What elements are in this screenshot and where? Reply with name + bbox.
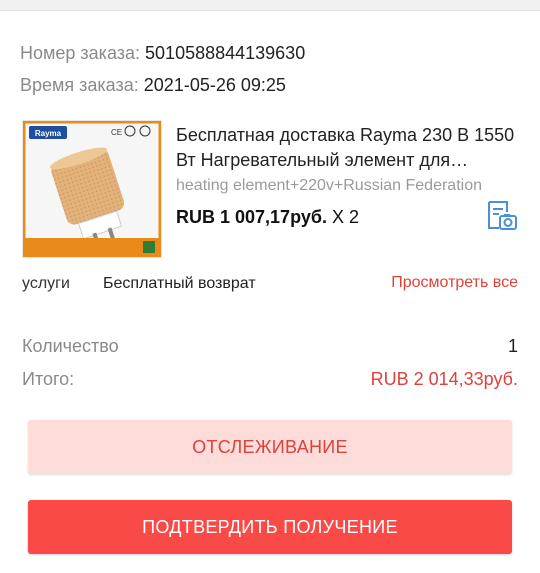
product-title[interactable]: Бесплатная доставка Rayma 230 В 1550 Вт … xyxy=(176,123,516,173)
svg-text:CE: CE xyxy=(111,128,122,137)
order-time-value: 2021-05-26 09:25 xyxy=(143,75,286,95)
quantity-value: 1 xyxy=(507,336,518,356)
receipt-camera-icon[interactable] xyxy=(484,199,518,233)
order-time-label: Время заказа: xyxy=(20,75,139,95)
total-value: RUB 2 014,33руб. xyxy=(370,369,518,389)
quantity-label: Количество xyxy=(22,336,119,356)
product-variant: heating element+220v+Russian Federation xyxy=(176,177,482,194)
confirm-receipt-button[interactable]: ПОДТВЕРДИТЬ ПОЛУЧЕНИЕ xyxy=(28,500,512,554)
order-number-label: Номер заказа: xyxy=(20,43,141,63)
order-number-value: 5010588844139630 xyxy=(145,43,306,63)
track-button[interactable]: ОТСЛЕЖИВАНИЕ xyxy=(28,420,512,474)
top-divider xyxy=(0,0,540,11)
services-label: услуги xyxy=(22,275,70,292)
product-price: RUB 1 007,17руб. xyxy=(176,207,327,227)
total-label: Итого: xyxy=(22,369,75,389)
product-quantity: X 2 xyxy=(331,207,359,227)
order-time-row: Время заказа: 2021-05-26 09:25 xyxy=(20,75,286,96)
product-thumbnail[interactable]: Rayma CE xyxy=(22,120,162,258)
order-number-row: Номер заказа: 5010588844139630 xyxy=(20,43,305,64)
view-all-link[interactable]: Просмотреть все xyxy=(391,274,518,292)
brand-logo: Rayma xyxy=(35,129,62,138)
product-price-row: RUB 1 007,17руб. X 2 xyxy=(176,207,359,228)
services-value: Бесплатный возврат xyxy=(103,275,256,292)
